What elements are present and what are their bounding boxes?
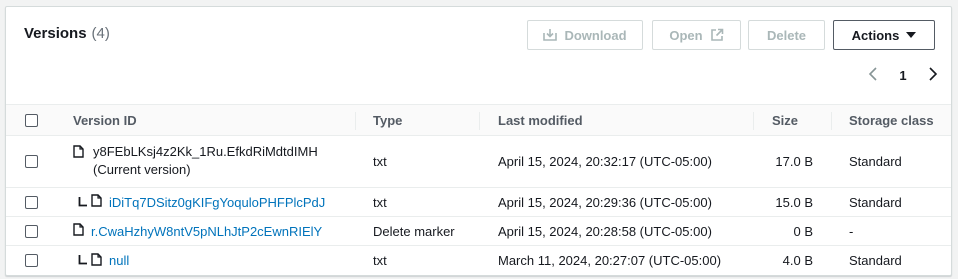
row-checkbox-cell [25,136,38,187]
type-cell: txt [373,154,387,169]
column-divider [355,112,356,130]
table-row[interactable]: iDiTq7DSitz0gKIFgYoquloPHFPlcPdJ txt Apr… [6,188,951,217]
current-page[interactable]: 1 [899,68,906,83]
row-checkbox[interactable] [25,254,38,267]
type-cell: txt [373,194,387,210]
column-header-size[interactable]: Size [772,105,798,136]
version-count: (4) [91,25,110,42]
actions-label: Actions [851,27,900,43]
external-link-icon [710,28,724,42]
file-icon [73,223,84,239]
download-label: Download [564,27,627,43]
version-id-link[interactable]: r.CwaHzhyW8ntV5pNLhJtP2cEwnRIElY [91,224,322,239]
type-cell: txt [373,253,387,268]
size-cell: 4.0 B [782,253,813,268]
storage-class-cell: - [849,223,854,239]
size-cell: 15.0 B [775,194,813,210]
file-icon [91,252,102,269]
column-divider [753,112,754,130]
column-header-type[interactable]: Type [373,105,402,136]
table-header: Version ID Type Last modified Size Stora… [6,104,951,136]
version-id-cell: iDiTq7DSitz0gKIFgYoquloPHFPlcPdJ [78,188,325,216]
versions-header: Versions (4) Download Open Delete Action… [6,7,951,103]
size-cell: 0 B [793,223,813,239]
file-icon [91,194,102,210]
last-modified-cell: April 15, 2024, 20:29:36 (UTC-05:00) [498,194,712,210]
storage-class-cell: Standard [849,154,902,169]
chevron-right-icon[interactable] [928,66,938,84]
version-id-link[interactable]: iDiTq7DSitz0gKIFgYoquloPHFPlcPdJ [109,195,325,210]
column-divider [831,112,832,130]
select-all-cell [25,105,38,136]
last-modified-cell: April 15, 2024, 20:28:58 (UTC-05:00) [498,223,712,239]
row-checkbox-cell [25,246,38,275]
delete-button[interactable]: Delete [748,20,825,50]
chevron-left-icon[interactable] [868,66,878,84]
version-id: y8FEbLKsj4z2Kk_1Ru.EfkdRiMdtdIMH [93,144,318,159]
select-all-checkbox[interactable] [25,114,38,127]
delete-label: Delete [766,27,807,43]
last-modified-cell: March 11, 2024, 20:27:07 (UTC-05:00) [498,253,722,268]
versions-panel: Versions (4) Download Open Delete Action… [5,6,952,276]
versions-table: Version ID Type Last modified Size Stora… [6,104,951,275]
size-cell: 17.0 B [775,154,813,169]
child-version-icon [78,253,87,268]
row-checkbox-cell [25,217,38,245]
row-checkbox[interactable] [25,155,38,168]
table-row[interactable]: y8FEbLKsj4z2Kk_1Ru.EfkdRiMdtdIMH (Curren… [6,136,951,188]
column-header-last-modified[interactable]: Last modified [498,105,583,136]
version-id-cell: null [78,246,129,275]
current-version-label: (Current version) [93,162,191,177]
storage-class-cell: Standard [849,194,902,210]
column-divider [479,112,480,130]
row-checkbox-cell [25,188,38,216]
version-id-link[interactable]: null [109,253,129,268]
row-checkbox[interactable] [25,195,38,209]
caret-down-icon [906,31,917,39]
child-version-icon [78,195,87,210]
file-icon [73,145,84,161]
storage-class-cell: Standard [849,253,902,268]
table-row[interactable]: null txt March 11, 2024, 20:27:07 (UTC-0… [6,246,951,275]
version-id-cell: r.CwaHzhyW8ntV5pNLhJtP2cEwnRIElY [73,217,322,245]
download-icon [543,28,558,42]
open-label: Open [669,27,703,43]
version-id-cell: y8FEbLKsj4z2Kk_1Ru.EfkdRiMdtdIMH (Curren… [73,136,318,187]
page-title: Versions (4) [24,25,110,42]
download-button[interactable]: Download [527,20,643,50]
pagination: 1 [868,65,938,85]
column-header-version-id[interactable]: Version ID [73,105,137,136]
row-checkbox[interactable] [25,224,38,238]
title-text: Versions [24,25,87,42]
table-row[interactable]: r.CwaHzhyW8ntV5pNLhJtP2cEwnRIElY Delete … [6,217,951,246]
last-modified-cell: April 15, 2024, 20:32:17 (UTC-05:00) [498,154,712,169]
type-cell: Delete marker [373,223,455,239]
actions-button[interactable]: Actions [833,20,935,50]
column-header-storage-class[interactable]: Storage class [849,105,934,136]
open-button[interactable]: Open [652,20,741,50]
